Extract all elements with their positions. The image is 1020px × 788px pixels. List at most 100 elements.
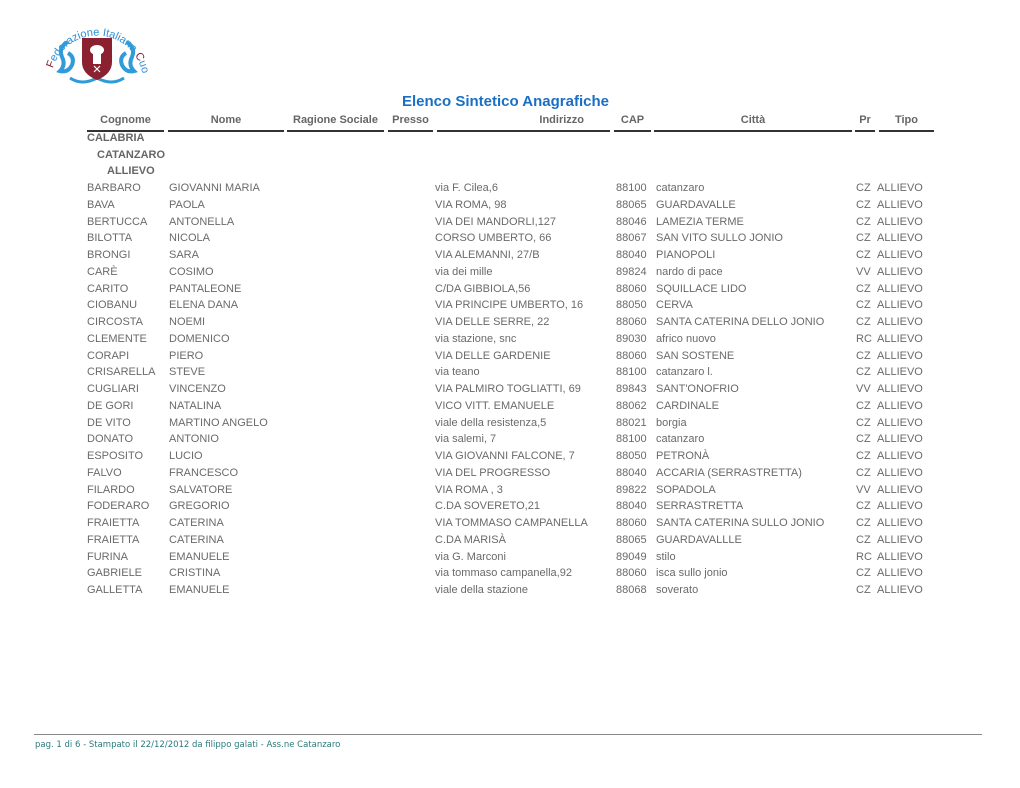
cell-cognome: CIOBANU [87,299,138,312]
cell-cognome: ESPOSITO [87,450,144,462]
cell-nome: GREGORIO [169,500,230,513]
cell-tipo: ALLIEVO [877,399,923,412]
cell-pr: CZ [856,299,871,312]
table-row: FRAIETTA CATERINA C.DA MARISÀ 88065 GUARDAVA… [0,534,1020,551]
col-header-citta: Città [654,113,852,132]
cell-cap: 88021 [616,416,647,429]
cell-cap: 88060 [616,517,647,529]
cell-pr: CZ [856,232,871,245]
cell-pr: VV [856,265,871,278]
cell-cap: 88046 [616,215,647,228]
cell-nome: DOMENICO [169,332,230,345]
cell-cognome: GABRIELE [87,567,143,580]
cell-nome: PANTALEONE [169,282,242,295]
table-row: CORAPI PIERO VIA DELLE GARDENIE 88060 SAN SO… [0,350,1020,367]
cell-citta: catanzaro [656,433,705,446]
cell-nome: VINCENZO [169,383,226,395]
footer-text: pag. 1 di 6 - Stampato il 22/12/2012 da … [35,740,341,750]
cell-citta: GUARDAVALLE [656,198,736,211]
cell-nome: PIERO [169,349,204,362]
cell-cap: 88100 [616,182,647,194]
table-row: CRISARELLA STEVE via teano 88100 catanzaro l… [0,366,1020,383]
cell-nome: STEVE [169,366,206,379]
cell-tipo: ALLIEVO [877,232,923,245]
cell-cap: 88040 [616,500,647,513]
table-row: BAVA PAOLA VIA ROMA, 98 88065 GUARDAVALLE CZ A… [0,199,1020,216]
cell-pr: CZ [856,366,871,379]
cell-cap: 88050 [616,450,647,462]
cell-citta: SANT'ONOFRIO [656,383,739,395]
cell-pr: CZ [856,533,871,546]
cell-cognome: BERTUCCA [87,215,148,228]
cell-citta: SAN SOSTENE [656,349,735,362]
cell-cap: 88065 [616,198,647,211]
cell-nome: ELENA DANA [169,299,239,312]
cell-tipo: ALLIEVO [877,500,923,513]
cell-citta: catanzaro [656,182,705,194]
cell-pr: VV [856,383,871,395]
cell-citta: SANTA CATERINA SULLO JONIO [656,517,825,529]
cell-pr: CZ [856,249,871,261]
cell-cap: 88050 [616,299,647,312]
table-row: CUGLIARI VINCENZO VIA PALMIRO TOGLIATTI, 6… [0,383,1020,400]
group-region: CALABRIA [87,132,145,144]
cell-nome: ANTONELLA [169,215,235,228]
table-row: GALLETTA EMANUELE viale della stazione 8806… [0,584,1020,601]
cell-tipo: ALLIEVO [877,349,923,362]
cell-nome: NICOLA [169,232,210,245]
cell-citta: catanzaro l. [656,366,713,379]
cell-indirizzo: VIA DELLE SERRE, 22 [435,316,550,328]
cell-indirizzo: via dei mille [435,265,493,278]
cell-pr: CZ [856,282,871,295]
group-type: ALLIEVO [107,165,155,177]
cell-nome: PAOLA [169,198,205,211]
cell-cognome: CARITO [87,282,129,295]
cell-tipo: ALLIEVO [877,567,923,580]
table-row: FODERARO GREGORIO C.DA SOVERETO,21 88040 SER… [0,500,1020,517]
cell-citta: nardo di pace [656,265,723,278]
cell-cap: 89030 [616,332,647,345]
cell-citta: ACCARIA (SERRASTRETTA) [656,466,802,479]
cell-indirizzo: VIA ROMA, 98 [435,198,507,211]
cell-pr: RC [856,332,872,345]
cell-tipo: ALLIEVO [877,316,923,328]
cell-pr: CZ [856,584,871,596]
cell-tipo: ALLIEVO [877,366,923,379]
col-header-indirizzo: Indirizzo [437,113,610,132]
table-row: ESPOSITO LUCIO VIA GIOVANNI FALCONE, 7 8805… [0,450,1020,467]
cell-indirizzo: via stazione, snc [435,332,517,345]
col-header-cap: CAP [614,113,651,132]
cell-indirizzo: VIA ROMA , 3 [435,483,503,496]
cell-cap: 88068 [616,584,647,596]
cell-pr: VV [856,483,871,496]
cell-citta: SERRASTRETTA [656,500,744,513]
cell-cognome: DE VITO [87,416,131,429]
cell-nome: SALVATORE [169,483,233,496]
cell-tipo: ALLIEVO [877,282,923,295]
cell-tipo: ALLIEVO [877,517,923,529]
cell-cognome: FURINA [87,550,128,563]
cell-nome: FRANCESCO [169,466,239,479]
cell-cognome: CRISARELLA [87,366,156,379]
cell-tipo: ALLIEVO [877,265,923,278]
cell-citta: SAN VITO SULLO JONIO [656,232,783,245]
cell-cap: 89822 [616,483,647,496]
cell-cap: 88100 [616,433,647,446]
cell-tipo: ALLIEVO [877,584,923,596]
cell-cognome: FODERARO [87,500,150,513]
cell-indirizzo: C/DA GIBBIOLA,56 [435,282,531,295]
table-row: FRAIETTA CATERINA VIA TOMMASO CAMPANELLA 88… [0,517,1020,534]
cell-pr: CZ [856,466,871,479]
cell-nome: NATALINA [169,399,222,412]
cell-indirizzo: VIA DEL PROGRESSO [435,466,551,479]
cell-citta: CARDINALE [656,399,719,412]
cell-nome: GIOVANNI MARIA [169,182,260,194]
cell-pr: CZ [856,517,871,529]
cell-pr: CZ [856,399,871,412]
cell-tipo: ALLIEVO [877,332,923,345]
cell-indirizzo: via salemi, 7 [435,433,497,446]
cell-indirizzo: VIA TOMMASO CAMPANELLA [435,517,588,529]
cell-cognome: CLEMENTE [87,332,147,345]
cell-cognome: CUGLIARI [87,383,139,395]
table-row: BILOTTA NICOLA CORSO UMBERTO, 66 88067 SAN V… [0,232,1020,249]
